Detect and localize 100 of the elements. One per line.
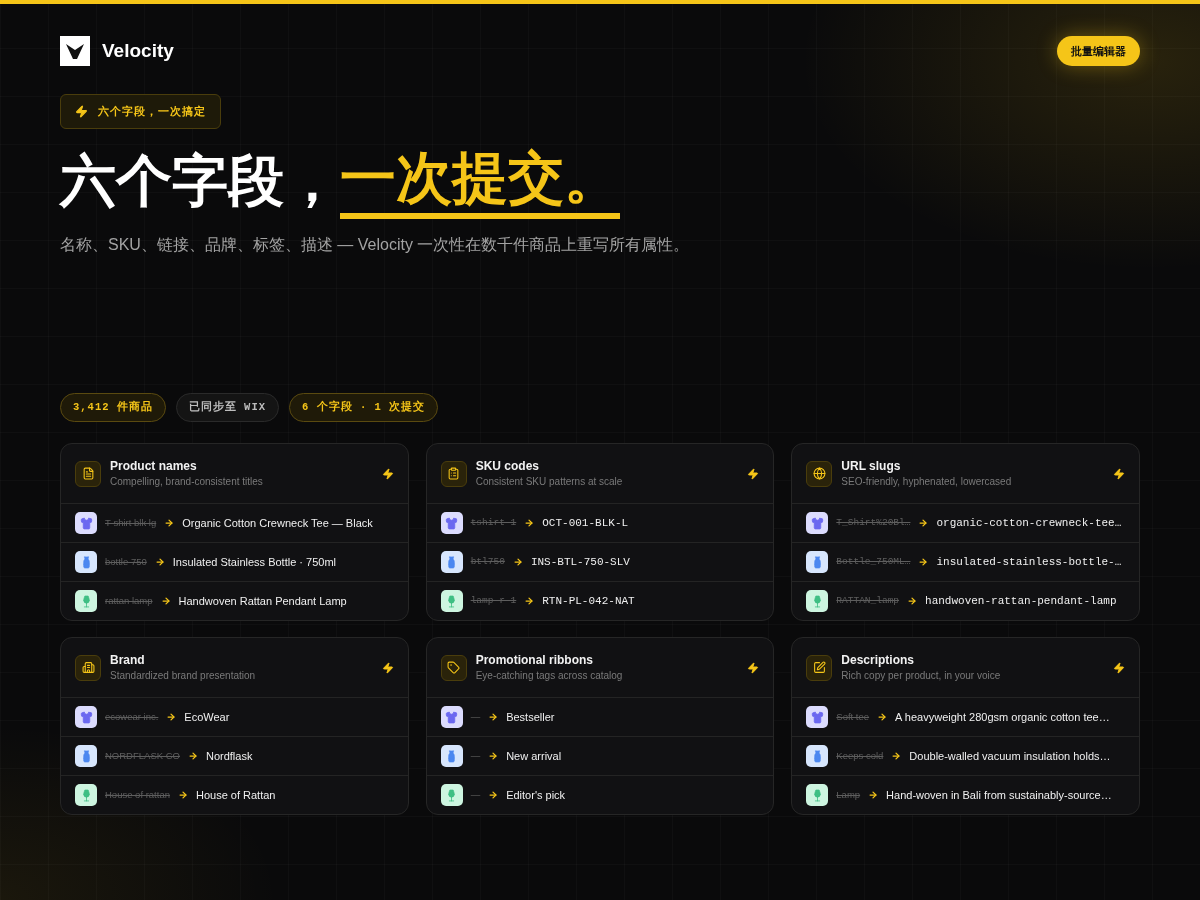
new-value: organic-cotton-crewneck-tee… [936,515,1122,531]
arrow-icon [524,518,535,528]
arrow-icon [177,790,188,800]
old-value: bottle 750 [105,554,147,569]
arrow-icon [868,790,879,800]
card-title: SKU codes [475,457,540,474]
headline: 六个字段， [60,148,340,214]
building-icon [75,654,101,681]
brand-name: Velocity [102,38,174,63]
new-value: A heavyweight 280gsm organic cotton tee… [895,709,1110,725]
card-title: Descriptions [841,651,915,668]
card-subtitle: Eye-catching tags across catalog [475,668,624,683]
tag-icon [440,654,467,681]
shirt-thumbnail-icon [75,706,97,728]
glass-thumbnail-icon [440,590,463,612]
shirt-thumbnail-icon [75,512,97,534]
pen-square-icon [806,654,833,681]
arrow-icon [891,751,902,761]
lightning-icon [747,467,760,480]
arrow-icon [512,557,523,567]
old-value: ecowear inc. [105,709,159,724]
shirt-thumbnail-icon [440,512,463,534]
arrow-icon [918,518,929,528]
old-value: lamp-r-1 [470,593,517,608]
bottle-thumbnail-icon [75,551,97,573]
card-subtitle: Compelling, brand-consistent titles [110,474,264,489]
new-value: handwoven-rattan-pendant-lamp [925,593,1117,609]
old-value: House of rattan [105,787,170,802]
stat-pill: 6 个字段 · 1 次提交 [289,393,439,422]
new-value: RTN-PL-042-NAT [542,593,635,609]
old-value: Soft tee [836,709,870,724]
card-title: Product names [110,457,198,474]
arrow-icon [918,557,929,567]
old-value: T-shirt blk lg [105,515,157,530]
arrow-icon [524,596,535,606]
lightning-icon [75,105,88,118]
new-value: House of Rattan [195,787,276,803]
card-title: URL slugs [841,457,902,474]
old-value: Keeps cold [836,748,884,763]
glass-thumbnail-icon [806,590,829,612]
new-value: Nordflask [205,748,253,764]
arrow-icon [154,557,165,567]
new-value: OCT-001-BLK-L [542,515,629,531]
lightning-icon [1113,467,1125,480]
old-value: Lamp [836,787,861,802]
arrow-icon [877,712,888,722]
arrow-icon [488,751,499,761]
arrow-icon [488,790,499,800]
new-value: Hand-woven in Bali from sustainably-source… [886,787,1112,803]
bottle-thumbnail-icon [75,745,97,767]
clipboard-icon [440,460,467,487]
old-value: tshirt-1 [470,515,517,530]
lightning-icon [381,661,394,674]
new-value: Insulated Stainless Bottle · 750ml [172,554,336,570]
glass-thumbnail-icon [75,590,97,612]
stat-pill: 已同步至 WIX [175,393,280,422]
card-subtitle: SEO-friendly, hyphenated, lowercased [841,474,1013,489]
eyebrow-text: 六个字段，一次搞定 [98,104,206,120]
old-value: Bottle_750ML… [836,554,911,569]
bottle-thumbnail-icon [440,745,463,767]
new-value: EcoWear [184,709,230,725]
new-value: Organic Cotton Crewneck Tee — Black [182,515,373,531]
batch-editor-button[interactable]: 批量编辑器 [1057,36,1140,66]
globe-icon [806,460,833,487]
shirt-thumbnail-icon [440,706,463,728]
old-value: — [470,787,481,802]
old-value: NORDFLASK CO [105,748,180,763]
bottle-thumbnail-icon [806,745,829,767]
old-value: T_Shirt%20Bl… [836,515,911,530]
arrow-icon [187,751,198,761]
new-value: Handwoven Rattan Pendant Lamp [178,593,347,609]
new-value: insulated-stainless-bottle-… [936,554,1122,570]
card-title: Promotional ribbons [475,651,594,668]
shirt-thumbnail-icon [806,512,829,534]
card-subtitle: Rich copy per product, in your voice [841,668,1002,683]
logo-icon [60,36,90,66]
new-value: Editor's pick [506,787,566,803]
new-value: New arrival [506,748,562,764]
old-value: btl750 [470,554,505,569]
old-value: — [470,748,481,763]
arrow-icon [907,596,918,606]
headline-highlight: 一次提交。 [340,143,620,219]
bottle-thumbnail-icon [440,551,463,573]
arrow-icon [166,712,177,722]
glass-thumbnail-icon [806,784,829,806]
card-subtitle: Consistent SKU patterns at scale [475,474,624,489]
lightning-icon [1113,661,1125,674]
glass-thumbnail-icon [440,784,463,806]
new-value: INS-BTL-750-SLV [530,554,630,570]
card-title: Brand [110,651,146,668]
old-value: rattan lamp [105,593,153,608]
arrow-icon [488,712,499,722]
old-value: RATTAN_lamp [836,593,900,608]
stat-pill: 3,412 件商品 [60,393,166,422]
new-value: Bestseller [506,709,555,725]
glass-thumbnail-icon [75,784,97,806]
card-subtitle: Standardized brand presentation [110,668,257,683]
shirt-thumbnail-icon [806,706,829,728]
subtitle: 名称、SKU、链接、品牌、标签、描述 — Velocity 一次性在数千件商品上重写所有属性。 [60,235,691,255]
lightning-icon [381,467,394,480]
